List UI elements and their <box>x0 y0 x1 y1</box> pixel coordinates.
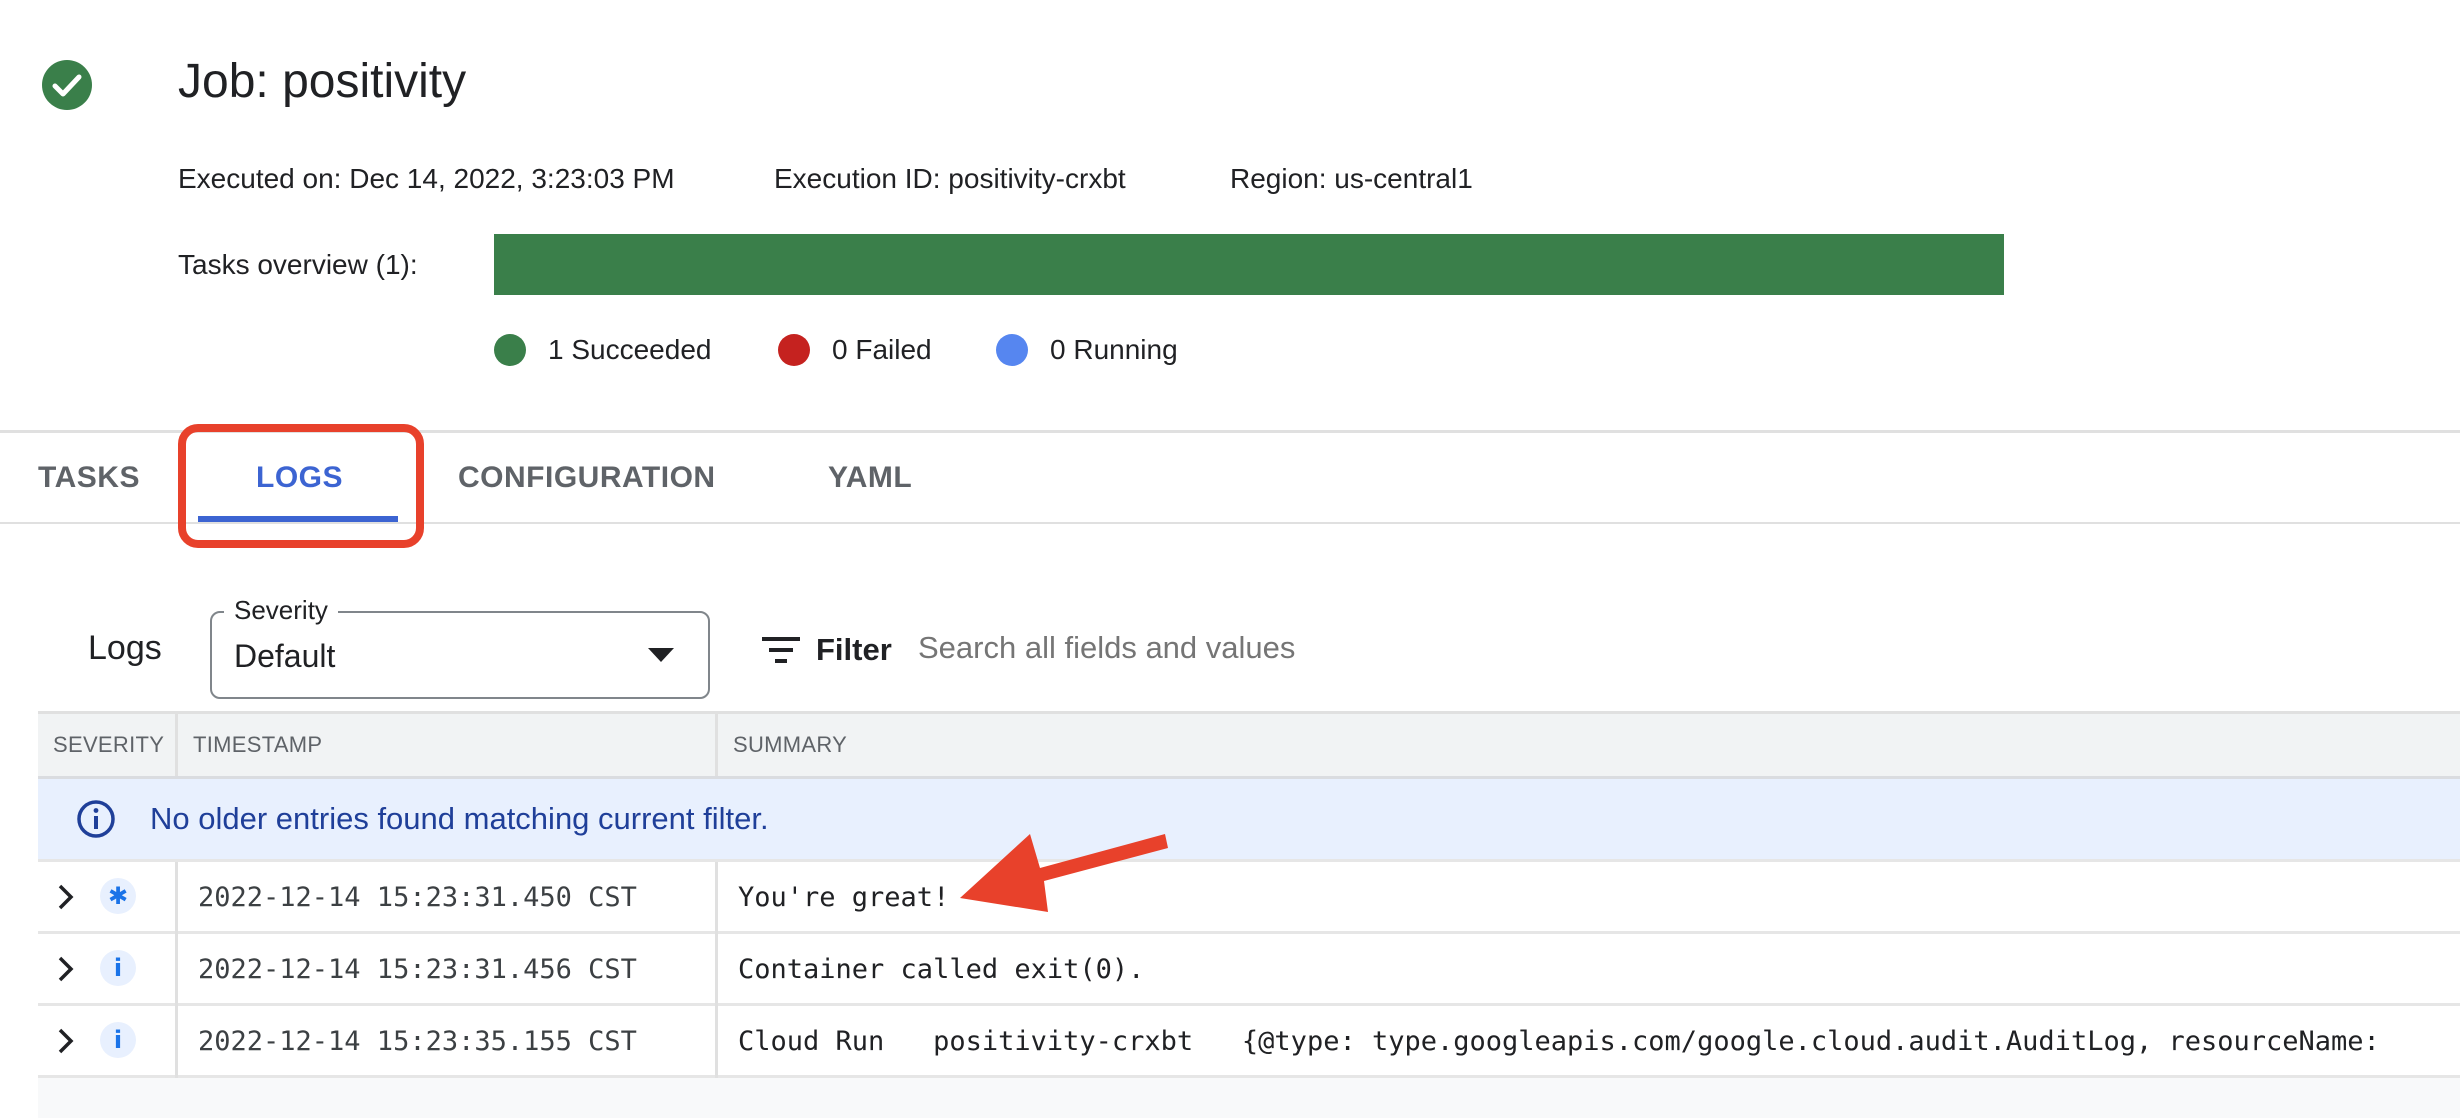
running-dot-icon <box>996 334 1028 366</box>
executed-on: Executed on: Dec 14, 2022, 3:23:03 PM <box>178 163 675 194</box>
severity-info-icon: i <box>100 950 136 986</box>
column-header-timestamp[interactable]: TIMESTAMP <box>193 714 322 776</box>
logs-heading: Logs <box>88 629 162 667</box>
column-divider <box>715 862 718 934</box>
legend-succeeded: 1 Succeeded <box>494 330 711 370</box>
tab-yaml[interactable]: YAML <box>828 458 912 498</box>
tasks-overview-bar <box>494 234 2004 295</box>
log-timestamp: 2022-12-14 15:23:31.456 CST <box>198 954 637 985</box>
execution-id: Execution ID: positivity-crxbt <box>774 163 1126 194</box>
succeeded-dot-icon <box>494 334 526 366</box>
severity-info-icon: i <box>100 1022 136 1058</box>
check-circle-icon <box>42 60 92 110</box>
legend-label: 0 Running <box>1050 334 1178 365</box>
column-divider[interactable] <box>715 714 718 776</box>
column-divider <box>175 1006 178 1078</box>
logs-table: SEVERITY TIMESTAMP SUMMARY No older entr… <box>38 711 2460 1118</box>
severity-label: Severity <box>224 594 338 626</box>
info-icon <box>77 800 115 838</box>
legend-label: 1 Succeeded <box>548 334 712 365</box>
filter-label: Filter <box>816 632 892 667</box>
legend-label: 0 Failed <box>832 334 932 365</box>
log-timestamp: 2022-12-14 15:23:35.155 CST <box>198 1026 637 1057</box>
dropdown-caret-icon[interactable] <box>648 648 674 662</box>
column-divider <box>715 934 718 1006</box>
annotation-highlight-box <box>178 424 424 548</box>
column-divider <box>715 1006 718 1078</box>
legend-running: 0 Running <box>996 330 1178 370</box>
column-divider[interactable] <box>175 714 178 776</box>
severity-default-icon: ✱ <box>100 878 136 914</box>
column-header-severity[interactable]: SEVERITY <box>53 714 164 776</box>
filter-button[interactable]: Filter <box>762 628 892 672</box>
filter-icon <box>762 637 800 663</box>
log-summary: You're great! <box>738 882 950 913</box>
severity-value: Default <box>234 638 336 674</box>
expand-chevron-icon[interactable] <box>54 1026 78 1056</box>
page-title: Job: positivity <box>178 55 467 108</box>
table-header: SEVERITY TIMESTAMP SUMMARY <box>38 711 2460 779</box>
failed-dot-icon <box>778 334 810 366</box>
log-timestamp: 2022-12-14 15:23:31.450 CST <box>198 882 637 913</box>
tab-tasks[interactable]: TASKS <box>38 458 140 498</box>
column-divider <box>175 862 178 934</box>
info-banner-text: No older entries found matching current … <box>150 801 769 836</box>
info-banner: No older entries found matching current … <box>38 779 2460 862</box>
expand-chevron-icon[interactable] <box>54 954 78 984</box>
log-summary: Cloud Run positivity-crxbt {@type: type.… <box>738 1026 2380 1057</box>
log-entry-row[interactable]: ✱ 2022-12-14 15:23:31.450 CST You're gre… <box>38 862 2460 934</box>
legend-failed: 0 Failed <box>778 330 932 370</box>
column-header-summary[interactable]: SUMMARY <box>733 714 847 776</box>
log-entry-row[interactable]: i 2022-12-14 15:23:35.155 CST Cloud Run … <box>38 1006 2460 1078</box>
expand-chevron-icon[interactable] <box>54 882 78 912</box>
column-divider <box>175 934 178 1006</box>
table-footer <box>38 1078 2460 1118</box>
tasks-overview-label: Tasks overview (1): <box>178 249 418 280</box>
log-summary: Container called exit(0). <box>738 954 1145 985</box>
log-entry-row[interactable]: i 2022-12-14 15:23:31.456 CST Container … <box>38 934 2460 1006</box>
tab-configuration[interactable]: CONFIGURATION <box>458 458 716 498</box>
region: Region: us-central1 <box>1230 163 1473 194</box>
annotation-arrow-icon <box>960 834 1168 912</box>
search-input[interactable] <box>918 626 2418 670</box>
tasks-succeeded-fill <box>494 234 2004 295</box>
